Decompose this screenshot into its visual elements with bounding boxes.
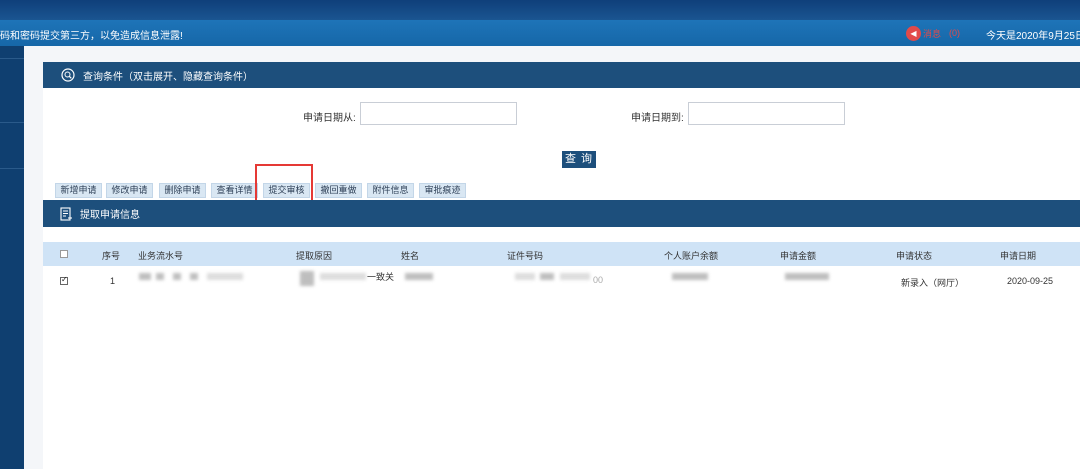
redacted-id — [540, 273, 554, 280]
view-details-button[interactable]: 查看详情 — [211, 183, 258, 198]
column-header[interactable]: 申请状态 — [896, 249, 932, 262]
redacted-serial — [190, 273, 198, 280]
column-header[interactable]: 提取原因 — [296, 249, 332, 262]
redacted-id — [560, 273, 590, 280]
list-panel-title: 提取申请信息 — [80, 210, 140, 221]
add-application-button[interactable]: 新增申请 — [55, 183, 102, 198]
message-count[interactable]: (0) — [949, 28, 960, 38]
date-from-input[interactable] — [360, 102, 517, 125]
edit-application-button[interactable]: 修改申请 — [106, 183, 153, 198]
nav-divider — [0, 58, 24, 59]
id-fragment: 00 — [593, 275, 604, 285]
message-link[interactable]: ◀ 消息 (0) — [906, 25, 960, 41]
nav-divider — [0, 122, 24, 123]
date-from-label: 申请日期从: — [303, 113, 356, 124]
notice-text: 码和密码提交第三方，以免造成信息泄露! — [0, 31, 183, 42]
delete-application-button[interactable]: 删除申请 — [159, 183, 206, 198]
query-panel-header[interactable]: 查询条件（双击展开、隐藏查询条件） — [43, 62, 1080, 88]
column-header[interactable]: 申请金额 — [780, 249, 816, 262]
approval-trace-button[interactable]: 审批痕迹 — [419, 183, 466, 198]
redacted-reason — [320, 273, 366, 280]
redacted-name — [405, 273, 433, 280]
document-list-icon — [60, 206, 72, 221]
data-table: 序号 业务流水号 提取原因 姓名 证件号码 个人账户余额 申请金额 申请状态 申… — [43, 227, 1080, 469]
left-nav[interactable] — [0, 46, 24, 469]
redacted-reason — [300, 271, 314, 286]
redacted-serial — [156, 273, 164, 280]
table-header: 序号 业务流水号 提取原因 姓名 证件号码 个人账户余额 申请金额 申请状态 申… — [43, 242, 1080, 266]
query-form: 申请日期从: 申请日期到: 查 询 — [43, 88, 1080, 180]
column-header[interactable]: 证件号码 — [507, 249, 543, 262]
redacted-serial — [207, 273, 243, 280]
withdraw-redo-button[interactable]: 撤回重做 — [315, 183, 362, 198]
row-status: 新录入（网厅） — [901, 278, 965, 288]
search-button[interactable]: 查 询 — [562, 151, 596, 168]
message-icon[interactable]: ◀ — [906, 25, 921, 41]
select-all-checkbox[interactable] — [60, 250, 68, 258]
column-header[interactable]: 申请日期 — [1000, 249, 1036, 262]
message-label[interactable]: 消息 — [923, 27, 941, 40]
redacted-id — [515, 273, 535, 280]
column-header[interactable]: 姓名 — [401, 249, 419, 262]
reason-fragment: 一致关 — [367, 272, 395, 282]
notice-bar: 码和密码提交第三方，以免造成信息泄露! ◀ 消息 (0) 今天是2020年9月2… — [0, 20, 1080, 46]
redacted-balance — [672, 273, 708, 280]
attachments-button[interactable]: 附件信息 — [367, 183, 414, 198]
top-banner — [0, 0, 1080, 20]
redacted-serial — [173, 273, 181, 280]
redacted-amount — [785, 273, 829, 280]
column-header[interactable]: 个人账户余额 — [664, 249, 718, 262]
toolbar: 新增申请 修改申请 删除申请 查看详情 提交审核 撤回重做 附件信息 审批痕迹 — [43, 180, 1080, 200]
today-date: 今天是2020年9月25日 — [986, 31, 1080, 42]
nav-divider — [0, 168, 24, 169]
row-index: 1 — [110, 276, 116, 286]
query-panel-title: 查询条件（双击展开、隐藏查询条件） — [83, 71, 253, 83]
redacted-serial — [139, 273, 151, 280]
row-date: 2020-09-25 — [1007, 276, 1054, 286]
date-to-input[interactable] — [688, 102, 845, 125]
search-icon — [61, 68, 75, 82]
column-header[interactable]: 业务流水号 — [138, 249, 183, 262]
row-checkbox[interactable] — [60, 275, 68, 285]
date-to-label: 申请日期到: — [631, 113, 684, 124]
column-header[interactable]: 序号 — [102, 249, 120, 262]
list-panel-header: 提取申请信息 — [43, 200, 1080, 227]
